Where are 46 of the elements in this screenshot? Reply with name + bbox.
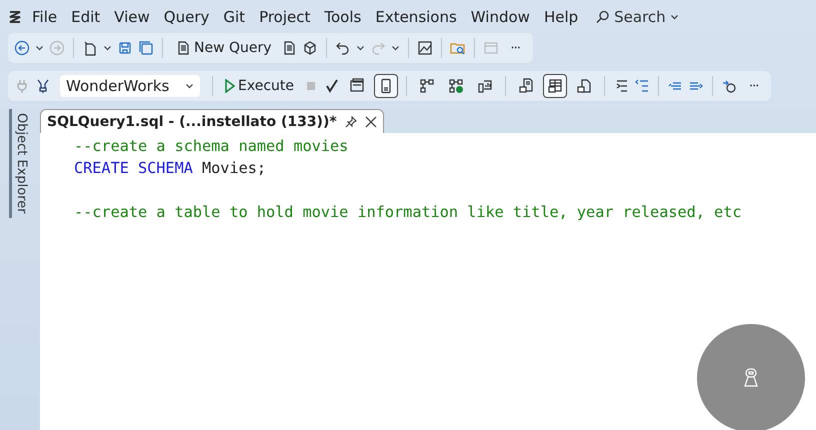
more-button[interactable]: ··· [742, 78, 766, 94]
toolbar-toggle-button[interactable] [374, 74, 398, 98]
search-button[interactable]: Search [590, 4, 685, 28]
toolbar-toggle-button[interactable] [543, 74, 567, 98]
menu-item[interactable]: File [26, 4, 64, 28]
more-button[interactable]: ··· [504, 40, 527, 56]
menu-item[interactable]: Window [464, 4, 536, 28]
caret-icon [185, 81, 194, 91]
database-dropdown[interactable]: WonderWorks [60, 75, 200, 97]
execute-button[interactable]: Execute [221, 74, 298, 98]
code-line: CREATE SCHEMA Movies; [74, 158, 266, 179]
save-all-icon[interactable] [138, 40, 154, 56]
results-grid-icon [547, 78, 563, 94]
undo-icon[interactable] [334, 40, 351, 56]
menu-item[interactable]: Git [217, 4, 252, 28]
menu-item[interactable]: View [108, 4, 156, 28]
checkmark-icon[interactable] [324, 78, 340, 94]
results-text-icon [518, 78, 534, 94]
activity-monitor-icon[interactable] [416, 40, 433, 56]
back-icon[interactable] [14, 40, 30, 56]
play-icon [225, 79, 235, 93]
close-icon[interactable] [364, 116, 377, 128]
menu-item[interactable]: Tools [318, 4, 368, 28]
outdent-icon[interactable] [634, 78, 650, 94]
new-file-icon[interactable] [82, 40, 98, 56]
results-file-icon [576, 78, 592, 94]
new-query-button[interactable]: New Query [171, 36, 276, 60]
pin-icon[interactable] [344, 116, 357, 128]
menu-item[interactable]: Project [253, 4, 316, 28]
query-plan-icon [419, 78, 435, 94]
menu-item[interactable]: Help [538, 4, 584, 28]
menu-item[interactable]: Extensions [369, 4, 463, 28]
live-plan-icon [448, 78, 464, 94]
menu-item[interactable]: Edit [65, 4, 106, 28]
side-tab[interactable]: Object Explorer [9, 109, 31, 218]
menu-item[interactable]: Query [158, 4, 216, 28]
code-line: --create a schema named movies [74, 136, 348, 157]
statistics-icon [477, 78, 493, 94]
code-editor[interactable]: --create a schema named movies CREATE SCHEMA Movies; --create a table to hold movie information like title, year released, etc [40, 133, 816, 430]
split-view-icon [349, 78, 365, 94]
search-icon [596, 10, 610, 24]
cube-icon[interactable] [302, 40, 318, 56]
document-tab[interactable]: SQLQuery1.sql - (...instellato (133))* [40, 109, 384, 133]
save-icon[interactable] [117, 40, 133, 56]
code-line: --create a table to hold movie information like title, year released, etc [74, 202, 742, 223]
specify-values-icon[interactable] [721, 78, 737, 94]
